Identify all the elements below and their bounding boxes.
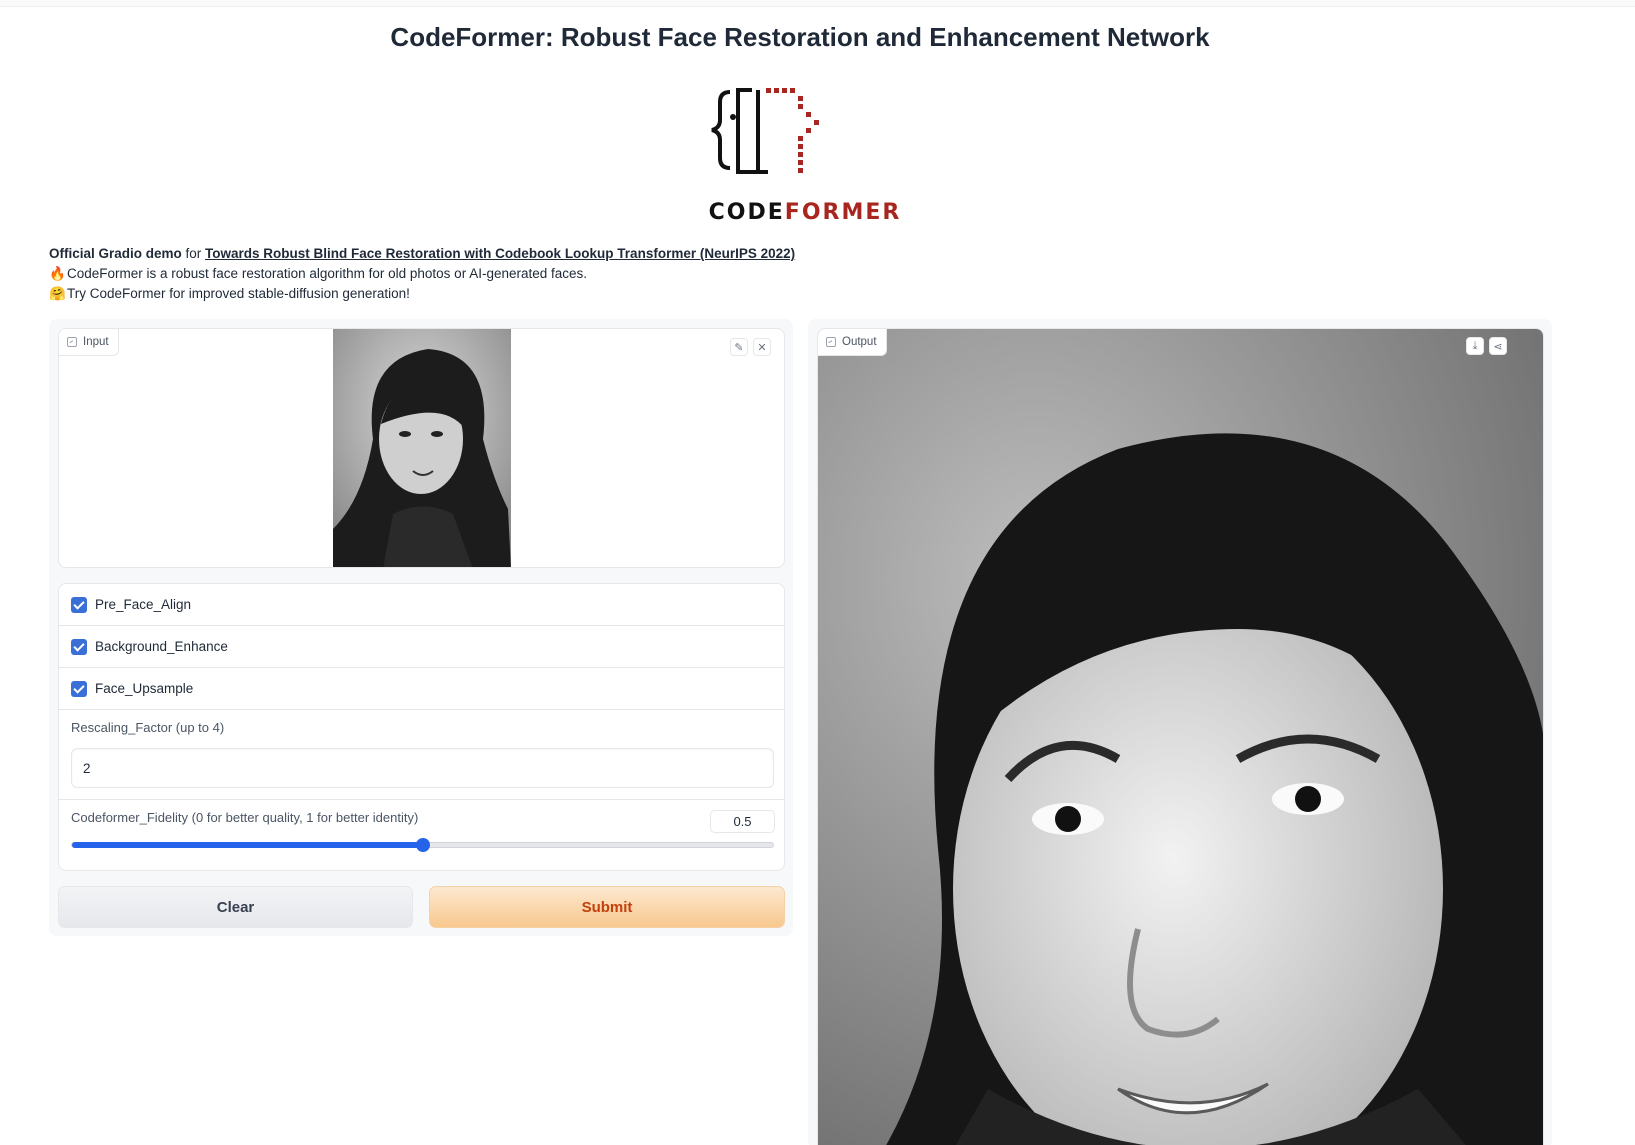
pre-face-align-label: Pre_Face_Align [95, 597, 192, 612]
image-icon [67, 337, 77, 347]
fidelity-label: Codeformer_Fidelity (0 for better qualit… [71, 810, 419, 825]
intro-description: Official Gradio demo for Towards Robust … [49, 244, 795, 304]
hugging-face-icon: 🤗 [49, 286, 66, 301]
edit-icon[interactable]: ✎ [730, 338, 748, 356]
paper-link[interactable]: Towards Robust Blind Face Restoration wi… [205, 246, 795, 261]
top-bar [0, 0, 1635, 7]
background-enhance-label: Background_Enhance [95, 639, 228, 654]
fidelity-slider[interactable] [71, 838, 774, 852]
face-upsample-row[interactable]: Face_Upsample [59, 668, 784, 710]
intro-bold-prefix: Official Gradio demo [49, 246, 182, 261]
rescaling-factor-value: 2 [83, 760, 91, 776]
image-icon [826, 337, 836, 347]
face-upsample-label: Face_Upsample [95, 681, 194, 696]
page-title: CodeFormer: Robust Face Restoration and … [390, 22, 1210, 52]
logo-word-former: FORMER [784, 200, 902, 225]
download-icon[interactable]: ⤓ [1466, 337, 1484, 355]
close-icon[interactable]: ✕ [753, 338, 771, 356]
input-image-upload[interactable]: Input ✎ ✕ [58, 328, 785, 568]
intro-line-1: Official Gradio demo for Towards Robust … [49, 244, 795, 264]
intro-line-2: 🔥CodeFormer is a robust face restoration… [49, 264, 795, 284]
pre-face-align-row[interactable]: Pre_Face_Align [59, 584, 784, 626]
submit-button[interactable]: Submit [429, 886, 785, 928]
intro-line-2-text: CodeFormer is a robust face restoration … [67, 266, 588, 281]
background-enhance-row[interactable]: Background_Enhance [59, 626, 784, 668]
left-column: Input ✎ ✕ Pre_Face_Align Background_Enha… [49, 319, 793, 936]
pre-face-align-checkbox[interactable] [71, 596, 87, 613]
right-column: Output ⤓ ⋖ [808, 319, 1552, 1145]
intro-for: for [181, 246, 206, 261]
fidelity-value-input[interactable]: 0.5 [710, 810, 775, 833]
input-label: Input [83, 336, 109, 348]
fidelity-value: 0.5 [733, 814, 752, 829]
intro-line-3: 🤗Try CodeFormer for improved stable-diff… [49, 284, 795, 304]
share-icon[interactable]: ⋖ [1489, 337, 1507, 355]
input-photo [333, 329, 511, 567]
fidelity-slider-fill [72, 842, 423, 848]
intro-line-3-text: Try CodeFormer for improved stable-diffu… [67, 286, 410, 301]
fire-icon: 🔥 [49, 266, 66, 281]
logo-mark-icon [711, 88, 819, 174]
options-panel: Pre_Face_Align Background_Enhance Face_U… [58, 583, 785, 871]
output-photo [818, 329, 1543, 1145]
face-upsample-checkbox[interactable] [71, 680, 87, 697]
fidelity-slider-thumb[interactable] [415, 838, 430, 852]
output-label-tag: Output [818, 329, 887, 356]
output-label: Output [842, 336, 877, 348]
background-enhance-checkbox[interactable] [71, 638, 87, 655]
logo-word-code: CODE [708, 200, 785, 225]
rescaling-factor-label: Rescaling_Factor (up to 4) [71, 720, 225, 735]
rescaling-factor-input[interactable]: 2 [71, 748, 774, 788]
codeformer-logo: CODEFORMER [700, 80, 910, 230]
logo-wordmark: CODEFORMER [700, 200, 910, 225]
divider [59, 799, 784, 800]
output-image: Output ⤓ ⋖ [817, 328, 1544, 1145]
clear-button[interactable]: Clear [58, 886, 413, 928]
input-label-tag: Input [59, 329, 119, 356]
